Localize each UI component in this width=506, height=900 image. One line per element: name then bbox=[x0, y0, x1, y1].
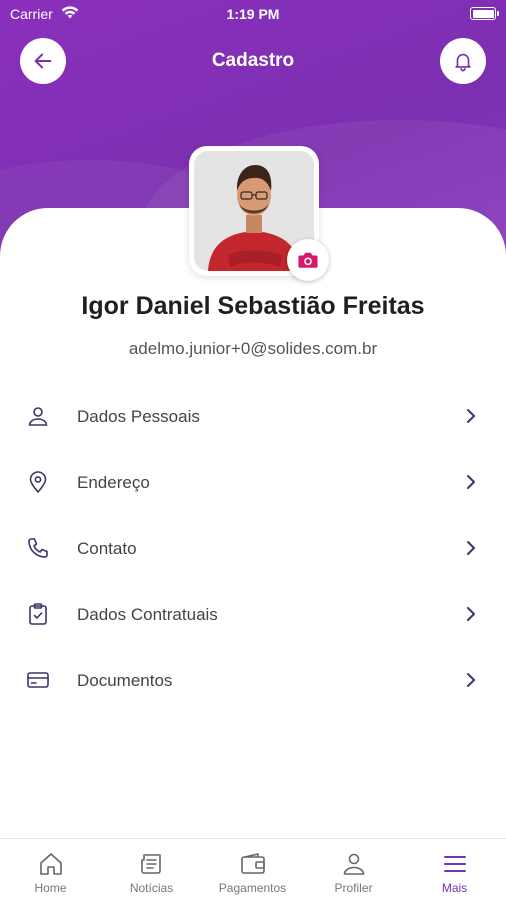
chevron-right-icon bbox=[467, 409, 475, 423]
tab-label: Notícias bbox=[129, 881, 174, 895]
location-pin-icon bbox=[29, 471, 47, 493]
tab-label: Home bbox=[34, 881, 67, 895]
tab-pagamentos[interactable]: Pagamentos bbox=[202, 839, 303, 900]
card-icon bbox=[27, 672, 49, 688]
change-photo-button[interactable] bbox=[287, 239, 329, 281]
chevron-right-icon bbox=[467, 673, 475, 687]
status-bar: Carrier 1:19 PM bbox=[0, 0, 506, 28]
notifications-button[interactable] bbox=[440, 38, 486, 84]
chevron-right-icon bbox=[467, 541, 475, 555]
page-title: Cadastro bbox=[211, 50, 295, 71]
menu-icon bbox=[443, 856, 466, 872]
menu-item-label: Endereço bbox=[77, 473, 150, 492]
menu-item-label: Documentos bbox=[77, 671, 173, 690]
menu-item-label: Dados Contratuais bbox=[77, 605, 218, 624]
tab-label: Mais bbox=[441, 881, 468, 895]
tab-home[interactable]: Home bbox=[0, 839, 101, 900]
tab-noticias[interactable]: Notícias bbox=[101, 839, 202, 900]
menu-item-dados-pessoais[interactable]: Dados Pessoais bbox=[0, 383, 506, 449]
clock: 1:19 PM bbox=[226, 6, 280, 22]
home-icon bbox=[39, 853, 62, 875]
menu-item-contato[interactable]: Contato bbox=[0, 515, 506, 581]
profile-menu: Dados Pessoais Endereço Contato Dados Co… bbox=[0, 383, 506, 713]
user-icon bbox=[28, 407, 48, 426]
wallet-icon bbox=[240, 853, 265, 874]
chevron-right-icon bbox=[467, 475, 475, 489]
news-icon bbox=[140, 854, 161, 874]
tab-label: Pagamentos bbox=[218, 881, 287, 895]
tab-profiler[interactable]: Profiler bbox=[303, 839, 404, 900]
profile-icon bbox=[343, 853, 364, 875]
chevron-right-icon bbox=[467, 607, 475, 621]
bell-icon bbox=[455, 53, 471, 72]
menu-item-dados-contratuais[interactable]: Dados Contratuais bbox=[0, 581, 506, 647]
phone-icon bbox=[28, 538, 48, 558]
user-name: Igor Daniel Sebastião Freitas bbox=[81, 292, 425, 320]
battery-icon bbox=[470, 7, 499, 20]
clipboard-check-icon bbox=[29, 603, 47, 625]
tab-label: Profiler bbox=[334, 881, 373, 895]
menu-item-label: Dados Pessoais bbox=[77, 407, 200, 426]
menu-item-label: Contato bbox=[77, 539, 137, 558]
tab-mais[interactable]: Mais bbox=[404, 839, 505, 900]
bottom-tab-bar: Home Notícias Pagamentos Profiler Mais bbox=[0, 838, 506, 900]
camera-icon bbox=[298, 252, 318, 268]
menu-item-endereco[interactable]: Endereço bbox=[0, 449, 506, 515]
user-email: adelmo.junior+0@solides.com.br bbox=[128, 339, 378, 358]
menu-item-documentos[interactable]: Documentos bbox=[0, 647, 506, 713]
